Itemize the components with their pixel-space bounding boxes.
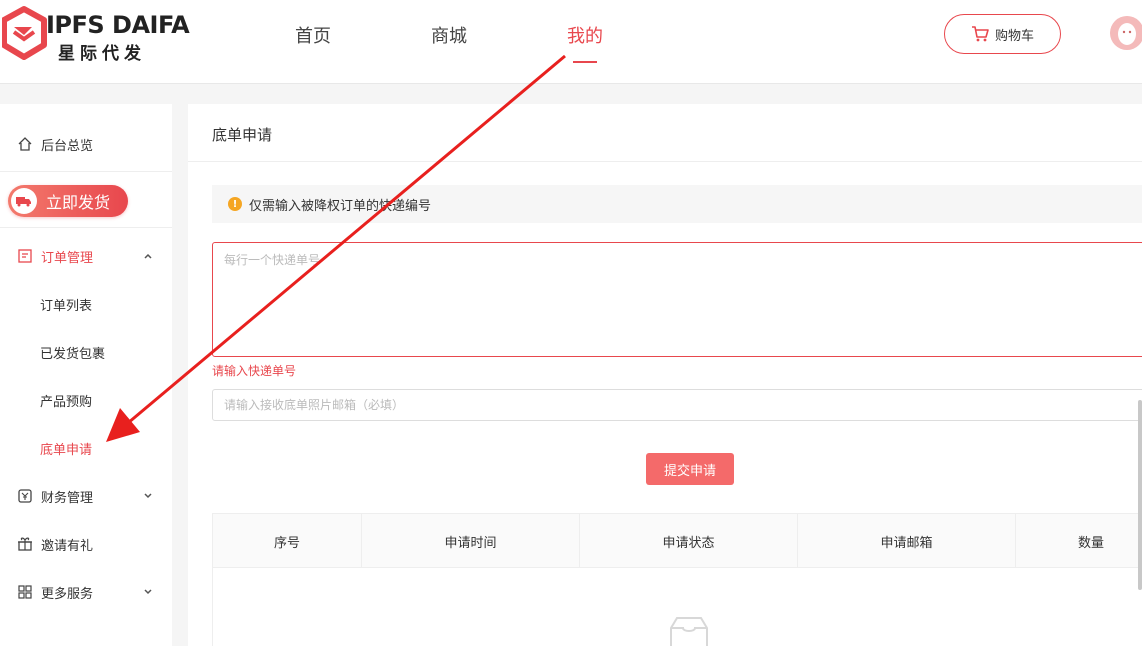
sidebar-subitem-order-list[interactable]: 订单列表 [40,295,92,314]
notice-text: 仅需输入被降权订单的快递编号 [249,198,432,214]
sidebar-divider [0,171,172,172]
main-panel: 底单申请 ! 仅需输入被降权订单的快递编号 请输入快递单号 提交申请 序号 申请… [188,104,1142,646]
yen-icon [16,487,34,505]
grid-icon [16,583,34,601]
nav-home[interactable]: 首页 [295,22,331,48]
sidebar-item-more[interactable]: 更多服务 [0,580,172,604]
brand-name-en: IPFS DAIFA [46,11,190,39]
chevron-down-icon [144,493,152,499]
validation-error: 请输入快递单号 [212,364,297,378]
sidebar-subitem-bottom-sheet[interactable]: 底单申请 [40,439,92,458]
chevron-up-icon [144,253,152,259]
email-input[interactable] [212,389,1142,421]
cart-button[interactable]: 购物车 [944,14,1061,54]
column-header: 数量 [1077,535,1104,551]
title-divider [188,161,1142,162]
submit-button[interactable]: 提交申请 [646,453,734,485]
column-header: 序号 [213,514,362,568]
tracking-numbers-textarea[interactable] [212,242,1142,357]
column-header: 申请邮箱 [798,514,1016,568]
nav-mine[interactable]: 我的 [567,22,603,48]
table-header: 序号 申请时间 申请状态 申请邮箱 数量 [213,514,1142,568]
nav-active-underline [573,61,597,63]
ship-now-label: 立即发货 [46,193,111,212]
page-scrollbar[interactable] [1138,400,1142,590]
sidebar-item-order-mgmt[interactable]: 订单管理 [0,244,172,268]
sidebar-item-finance[interactable]: 财务管理 [0,484,172,508]
sidebar-item-overview[interactable]: 后台总览 [0,132,172,156]
page-title: 底单申请 [212,126,273,144]
sidebar-divider [0,227,172,228]
sidebar-subitem-preorder[interactable]: 产品预购 [40,391,92,410]
sidebar-item-label: 财务管理 [41,490,94,506]
gift-icon [16,535,34,553]
sidebar-subitem-shipped[interactable]: 已发货包裹 [40,343,105,362]
column-header: 申请状态 [580,514,798,568]
info-icon: ! [228,197,242,211]
sidebar-item-label: 更多服务 [41,586,94,602]
home-icon [16,135,34,153]
user-avatar[interactable] [1110,16,1142,50]
sidebar: 后台总览 立即发货 订单管理 订单列表 已发货包裹 产品预购 底单申请 财务管理… [0,104,172,646]
chevron-down-icon [144,589,152,595]
sidebar-item-invite[interactable]: 邀请有礼 [0,532,172,556]
applications-table: 序号 申请时间 申请状态 申请邮箱 数量 [212,513,1142,646]
brand-logo[interactable]: IPFS DAIFA 星际代发 [2,5,190,67]
sidebar-item-label: 后台总览 [41,138,94,154]
avatar-face-icon [1110,16,1142,50]
sidebar-item-label: 邀请有礼 [41,538,94,554]
cart-label: 购物车 [994,28,1034,44]
order-doc-icon [16,247,34,265]
notice-bar: ! 仅需输入被降权订单的快递编号 [212,185,1142,223]
top-header: IPFS DAIFA 星际代发 首页 商城 我的 购物车 [0,0,1142,84]
logo-cube-icon [2,6,47,60]
column-header: 申请时间 [362,514,580,568]
cart-icon [971,26,989,42]
truck-icon [11,188,37,214]
brand-name-cn: 星际代发 [58,44,146,64]
empty-box-icon [670,617,708,646]
nav-mall[interactable]: 商城 [431,22,467,48]
sidebar-item-label: 订单管理 [41,250,94,266]
ship-now-button[interactable]: 立即发货 [8,185,128,217]
